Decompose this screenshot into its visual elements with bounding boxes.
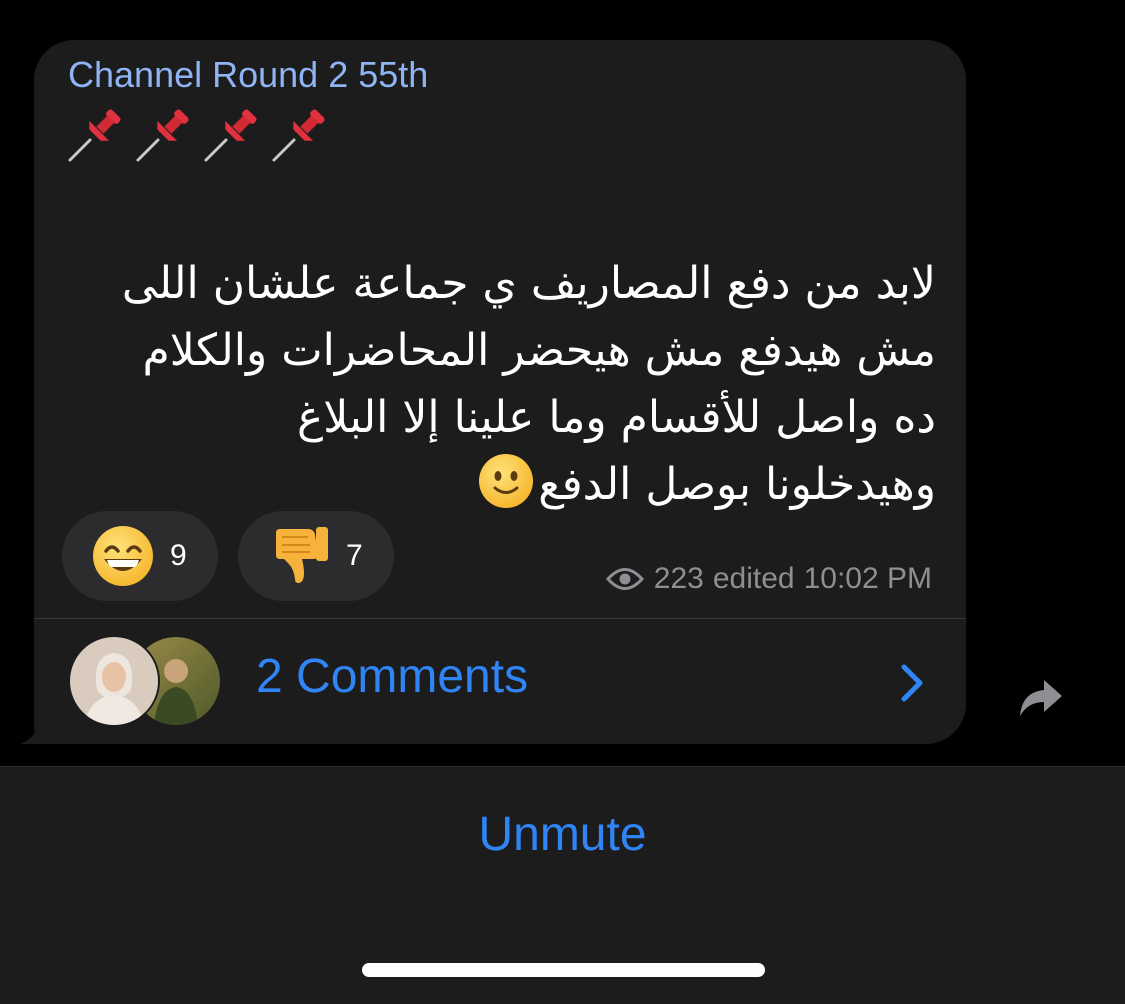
reactions-row: 9 7 bbox=[62, 511, 394, 601]
reaction-thumbs-down[interactable]: 7 bbox=[238, 511, 394, 601]
grinning-face-emoji-icon bbox=[93, 526, 153, 586]
views-eye-icon bbox=[605, 568, 644, 590]
chat-area: Channel Round 2 55th لابد من دفع المصاري… bbox=[0, 0, 1125, 766]
pushpin-emoji-icon bbox=[272, 109, 325, 162]
commenter-avatar bbox=[68, 635, 160, 727]
slightly-smiling-face-emoji-icon bbox=[479, 454, 534, 508]
message-meta: 223 edited 10:02 PM bbox=[605, 562, 932, 596]
channel-name[interactable]: Channel Round 2 55th bbox=[68, 54, 428, 96]
bottom-bar: Unmute bbox=[0, 766, 1125, 1004]
pushpin-emoji-icon bbox=[136, 109, 189, 162]
comments-button[interactable]: 2 Comments bbox=[34, 619, 966, 744]
message-bubble[interactable]: Channel Round 2 55th لابد من دفع المصاري… bbox=[34, 40, 966, 744]
share-arrow-icon[interactable] bbox=[1016, 676, 1064, 720]
unmute-button[interactable]: Unmute bbox=[0, 807, 1125, 862]
reaction-count: 7 bbox=[346, 539, 363, 572]
reaction-count: 9 bbox=[170, 539, 187, 572]
edited-label: edited bbox=[712, 562, 795, 595]
message-time: 10:02 PM bbox=[803, 562, 932, 595]
pin-emoji-row bbox=[62, 102, 332, 170]
comments-label[interactable]: 2 Comments bbox=[256, 649, 528, 704]
bubble-tail bbox=[20, 700, 56, 744]
pushpin-emoji-icon bbox=[68, 109, 121, 162]
chevron-right-icon bbox=[901, 664, 923, 702]
thumbs-down-emoji-icon bbox=[276, 527, 328, 583]
message-line: وهيدخلونا بوصل الدفع bbox=[56, 451, 936, 518]
message-line: مش هيدفع مش هيحضر المحاضرات والكلام bbox=[142, 325, 936, 376]
pushpin-emoji-icon bbox=[204, 109, 257, 162]
reaction-grinning[interactable]: 9 bbox=[62, 511, 218, 601]
message-text: لابد من دفع المصاريف ي جماعة علشان اللى … bbox=[56, 250, 936, 518]
message-line: ده واصل للأقسام وما علينا إلا البلاغ bbox=[296, 392, 936, 443]
message-line-text: وهيدخلونا بوصل الدفع bbox=[538, 459, 936, 510]
message-line: لابد من دفع المصاريف ي جماعة علشان اللى bbox=[121, 258, 936, 309]
home-indicator[interactable] bbox=[362, 963, 765, 977]
view-count: 223 bbox=[653, 562, 704, 595]
